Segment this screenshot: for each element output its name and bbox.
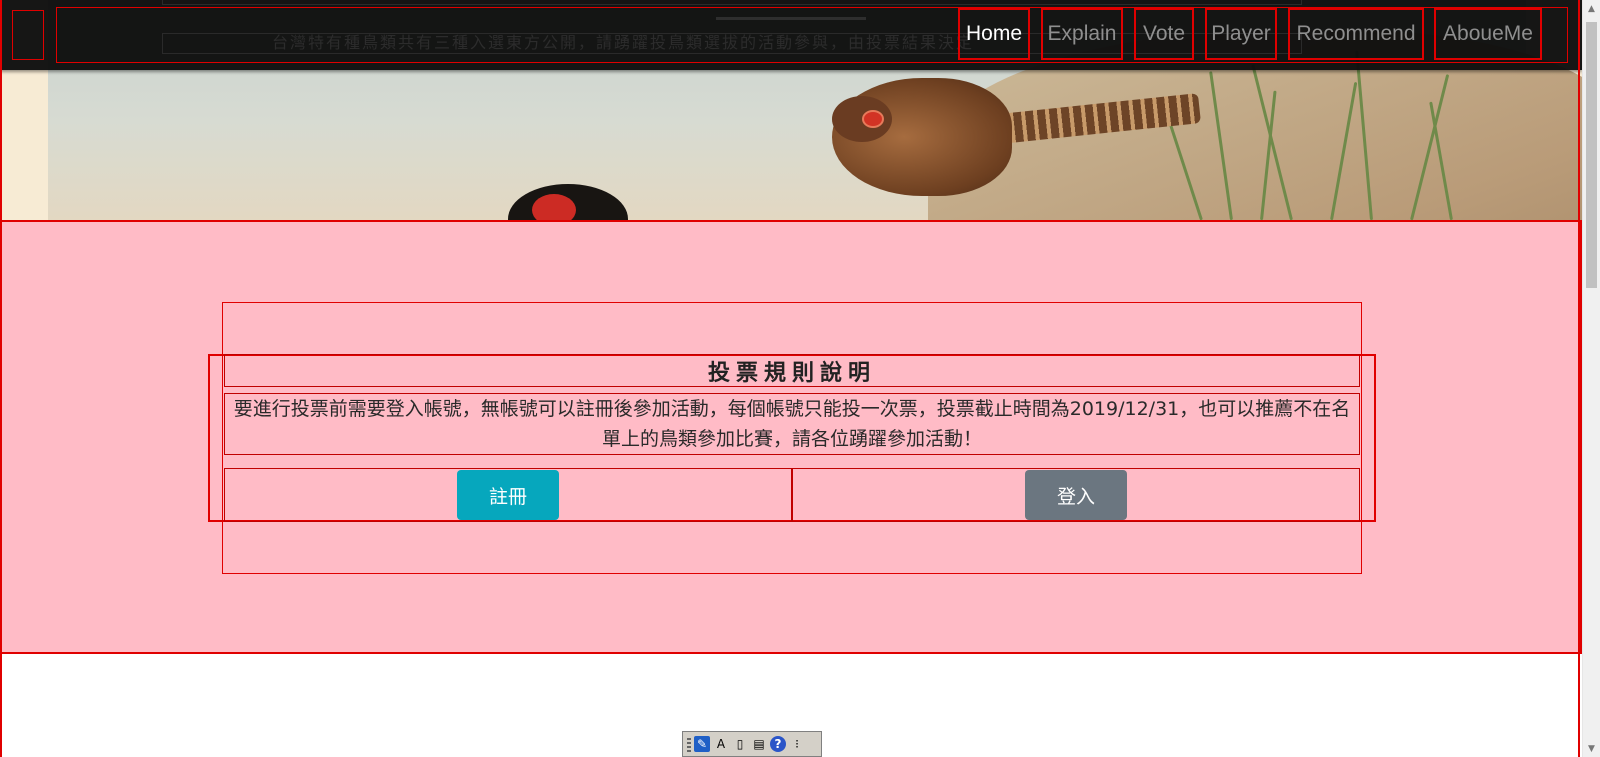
ime-pad-icon[interactable]: ▤ bbox=[751, 736, 767, 752]
help-icon[interactable]: ? bbox=[770, 736, 786, 752]
dark-pheasant-eye bbox=[532, 194, 576, 220]
pheasant-eye bbox=[862, 110, 884, 128]
register-cell: 註冊 bbox=[224, 468, 792, 522]
login-cell: 登入 bbox=[792, 468, 1360, 522]
register-button[interactable]: 註冊 bbox=[457, 470, 559, 520]
nav-home[interactable]: Home bbox=[958, 8, 1030, 60]
menu-toggle-button[interactable] bbox=[12, 10, 44, 60]
scroll-up-arrow-icon[interactable]: ▲ bbox=[1583, 0, 1600, 17]
nav-explain[interactable]: Explain bbox=[1041, 8, 1123, 60]
scroll-down-arrow-icon[interactable]: ▼ bbox=[1583, 740, 1600, 757]
nav-vote[interactable]: Vote bbox=[1134, 8, 1194, 60]
page-scrollbar[interactable]: ▲ ▼ bbox=[1582, 0, 1600, 757]
nav-player[interactable]: Player bbox=[1205, 8, 1277, 60]
top-navbar: 台灣特有種鳥類共有三種入選東方公開，請踴躍投鳥類選拔的活動參與，由投票結果決定 … bbox=[0, 0, 1582, 70]
rules-title: 投票規則說明 bbox=[224, 354, 1360, 387]
half-width-icon[interactable]: ▯ bbox=[732, 736, 748, 752]
input-mode-icon[interactable]: A bbox=[713, 736, 729, 752]
nav-recommend[interactable]: Recommend bbox=[1288, 8, 1424, 60]
toolbar-options-icon[interactable]: ⁝ bbox=[789, 736, 805, 752]
scroll-thumb[interactable] bbox=[1586, 22, 1597, 288]
toolbar-grip-icon[interactable] bbox=[687, 736, 691, 752]
ime-toolbar: ✎ A ▯ ▤ ? ⁝ bbox=[682, 731, 822, 757]
nav-aboutme[interactable]: AboueMe bbox=[1434, 8, 1542, 60]
input-language-icon[interactable]: ✎ bbox=[694, 736, 710, 752]
login-button[interactable]: 登入 bbox=[1025, 470, 1127, 520]
rules-description: 要進行投票前需要登入帳號，無帳號可以註冊後參加活動，每個帳號只能投一次票，投票截… bbox=[224, 393, 1360, 455]
